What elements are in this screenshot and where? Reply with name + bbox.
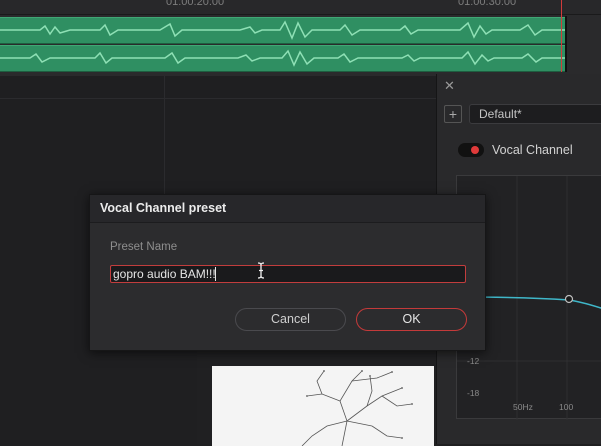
eq-band-handle[interactable] [564,294,574,304]
tree-branches-image [301,370,413,446]
audio-clip-track-2[interactable] [0,45,565,72]
freq-label: 50Hz [513,402,533,412]
clip-end-marker [565,16,567,72]
divider [0,98,436,99]
db-label: -12 [467,356,480,366]
preset-dropdown[interactable]: Default* [469,104,601,124]
close-icon[interactable]: ✕ [444,78,455,94]
playhead[interactable] [561,0,562,72]
dialog-header: Vocal Channel preset [90,195,485,223]
db-label: -18 [467,388,480,398]
audio-clip-track-1[interactable] [0,17,565,44]
timecode-label: 01:00:20:00 [166,0,225,8]
timeline-area[interactable]: 01:00:20:00 01:00:30:00 [0,0,601,76]
dialog-title: Vocal Channel preset [100,201,227,215]
ok-button[interactable]: OK [356,308,467,331]
plus-icon[interactable]: + [444,105,462,123]
preview-image [212,366,434,446]
freq-label: 100 [559,402,574,412]
channel-name-label: Vocal Channel [492,143,573,157]
text-caret [215,267,216,281]
waveform [0,20,565,40]
toggle-indicator-icon [471,146,479,154]
preset-dropdown-value: Default* [479,107,522,121]
divider [164,76,165,196]
timecode-label: 01:00:30:00 [458,0,517,8]
text-cursor-icon [257,262,265,279]
preset-name-input[interactable] [110,265,466,283]
waveform [0,49,565,67]
cancel-button[interactable]: Cancel [235,308,346,331]
preset-dialog: Vocal Channel preset Preset Name Cancel … [89,194,486,351]
preset-name-label: Preset Name [110,241,178,253]
timeline-ruler[interactable]: 01:00:20:00 01:00:30:00 [0,0,601,15]
